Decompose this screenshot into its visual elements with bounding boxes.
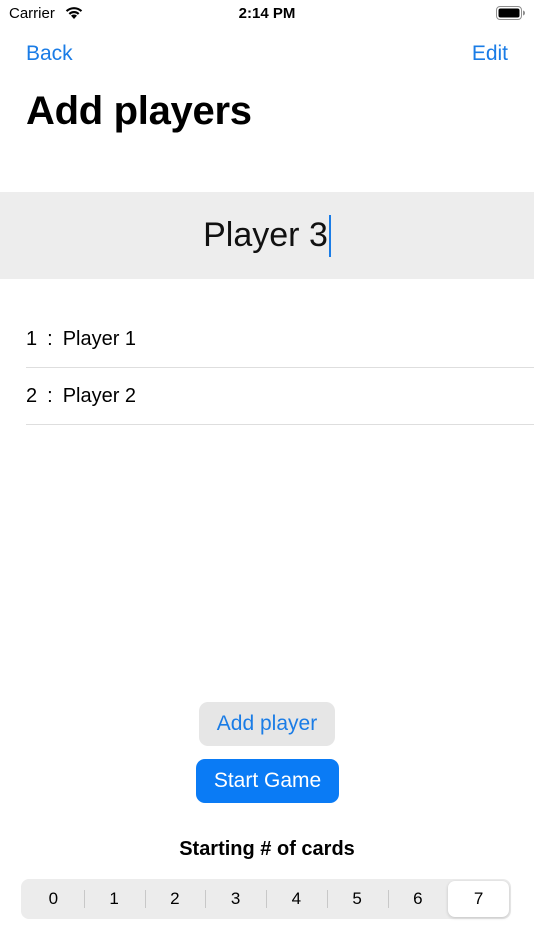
battery-icon	[496, 6, 525, 20]
player-list: 1 : Player 1 2 : Player 2	[26, 312, 534, 425]
edit-button[interactable]: Edit	[472, 42, 508, 66]
player-separator: :	[47, 328, 53, 350]
card-count-option-2[interactable]: 2	[144, 881, 206, 917]
page-title: Add players	[26, 89, 252, 133]
player-name: Player 1	[62, 328, 137, 350]
card-count-option-4[interactable]: 4	[266, 881, 327, 917]
player-separator: :	[47, 384, 53, 407]
start-game-button[interactable]: Start Game	[196, 759, 339, 803]
text-cursor	[328, 214, 331, 257]
player-name-input[interactable]: Player 3	[0, 192, 534, 279]
player-number: 1	[26, 328, 38, 350]
player-number: 2	[26, 384, 38, 407]
add-player-button[interactable]: Add player	[199, 702, 335, 746]
card-count-option-5[interactable]: 5	[326, 881, 388, 917]
card-count-option-6[interactable]: 6	[387, 881, 449, 917]
list-item[interactable]: 2 : Player 2	[26, 368, 534, 425]
back-button[interactable]: Back	[26, 42, 73, 66]
player-name: Player 2	[62, 384, 137, 407]
starting-cards-segmented-control: 0 1 2 3 4 5 6 7	[21, 879, 511, 919]
card-count-option-0[interactable]: 0	[23, 881, 84, 917]
add-players-screen: Carrier 2:14 PM Back Edit Add players Pl…	[0, 0, 534, 950]
card-count-option-1[interactable]: 1	[83, 881, 145, 917]
player-name-field[interactable]: Player 3	[0, 192, 534, 279]
status-bar: Carrier 2:14 PM	[0, 0, 534, 28]
status-time: 2:14 PM	[238, 5, 296, 22]
card-count-option-7[interactable]: 7	[448, 881, 509, 917]
card-count-option-3[interactable]: 3	[205, 881, 266, 917]
list-item[interactable]: 1 : Player 1	[26, 312, 534, 368]
player-name-value: Player 3	[203, 216, 328, 254]
starting-cards-label: Starting # of cards	[179, 838, 355, 860]
